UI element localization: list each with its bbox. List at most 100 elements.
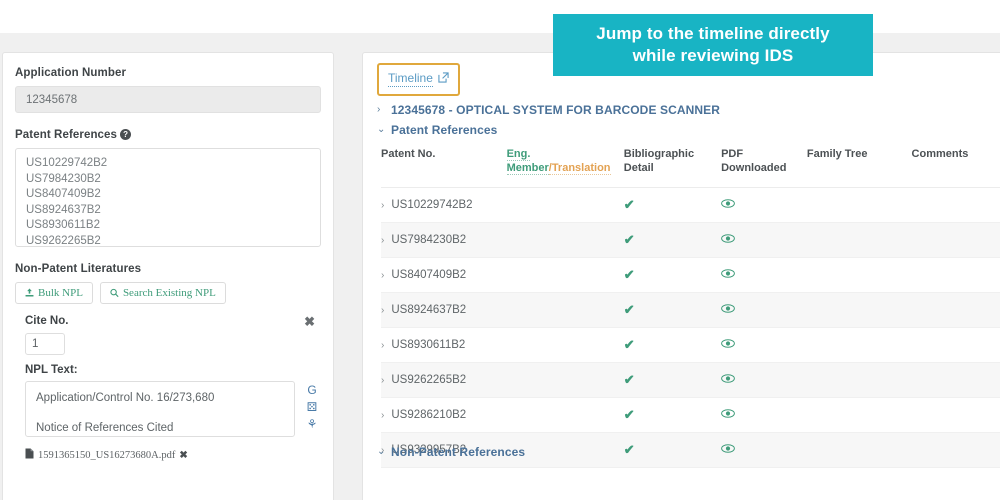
npl-text-row: Application/Control No. 16/273,680 Notic… xyxy=(15,381,321,437)
non-patent-references-section-title: Non-Patent References xyxy=(391,445,526,459)
table-row[interactable]: › US8407409B2 ✔ xyxy=(381,257,1000,293)
eye-icon[interactable] xyxy=(721,374,735,386)
non-patent-references-section-header[interactable]: ⌄ Non-Patent References xyxy=(377,445,525,459)
cell-bibliographic-detail: ✔ xyxy=(623,257,722,293)
check-icon: ✔ xyxy=(623,407,635,422)
file-icon xyxy=(25,446,34,464)
bulk-npl-button[interactable]: Bulk NPL xyxy=(15,282,93,304)
table-row[interactable]: › US8930611B2 ✔ xyxy=(381,327,1000,363)
check-icon: ✔ xyxy=(623,197,635,212)
eye-icon[interactable] xyxy=(721,234,735,246)
check-icon: ✔ xyxy=(623,302,635,317)
npl-text-line-1: Application/Control No. 16/273,680 xyxy=(36,392,215,404)
attachment-row: 1591365150_US16273680A.pdf ✖ xyxy=(25,446,321,464)
chevron-right-icon[interactable]: › xyxy=(381,305,384,316)
application-number-label: Application Number xyxy=(15,67,127,79)
cell-pdf-downloaded xyxy=(721,292,807,328)
cell-family-tree xyxy=(806,397,912,433)
search-icon xyxy=(110,288,119,298)
cell-family-tree xyxy=(806,327,912,363)
chevron-right-icon[interactable]: › xyxy=(381,200,384,211)
check-icon: ✔ xyxy=(623,372,635,387)
patent-references-section-header[interactable]: ⌄ Patent References xyxy=(363,123,1000,137)
remove-attachment-icon[interactable]: ✖ xyxy=(179,450,187,461)
cell-patent-no: US9286210B2 xyxy=(391,409,467,421)
ids-form-panel: Application Number Patent References? US… xyxy=(2,52,334,500)
eye-icon[interactable] xyxy=(721,199,735,211)
cell-bibliographic-detail: ✔ xyxy=(623,362,722,398)
callout-banner: Jump to the timeline directly while revi… xyxy=(553,14,873,76)
column-header-pdf-downloaded: PDF Downloaded xyxy=(721,148,787,174)
npl-text-input[interactable]: Application/Control No. 16/273,680 Notic… xyxy=(25,381,295,437)
eye-icon[interactable] xyxy=(721,444,735,456)
list-item: US10229742B2 xyxy=(26,157,108,169)
cell-patent-no: US10229742B2 xyxy=(391,199,473,211)
eye-icon[interactable] xyxy=(721,339,735,351)
cell-family-tree xyxy=(806,187,912,223)
chevron-right-icon[interactable]: › xyxy=(381,375,384,386)
cell-patent-no: US8924637B2 xyxy=(391,304,467,316)
eye-icon[interactable] xyxy=(721,304,735,316)
google-scholar-icon[interactable]: ⚄ xyxy=(307,401,317,413)
application-header-row[interactable]: › 12345678 - OPTICAL SYSTEM FOR BARCODE … xyxy=(363,103,1000,117)
patent-references-section-title: Patent References xyxy=(391,123,498,137)
eye-icon[interactable] xyxy=(721,409,735,421)
search-existing-npl-button[interactable]: Search Existing NPL xyxy=(99,282,226,304)
chevron-right-icon[interactable]: › xyxy=(381,270,384,281)
cell-comments xyxy=(911,222,1000,258)
chevron-right-icon[interactable]: › xyxy=(381,235,384,246)
chevron-down-icon: ⌄ xyxy=(377,446,386,457)
question-mark-icon[interactable]: ? xyxy=(120,129,132,140)
column-header-patent-no: Patent No. xyxy=(381,148,436,160)
cell-eng-member xyxy=(506,397,624,433)
chevron-right-icon[interactable]: › xyxy=(381,340,384,351)
check-icon: ✔ xyxy=(623,337,635,352)
cell-comments xyxy=(911,362,1000,398)
cell-comments xyxy=(911,187,1000,223)
timeline-button[interactable]: Timeline xyxy=(377,63,460,96)
close-icon[interactable]: ✖ xyxy=(300,315,319,328)
table-row[interactable]: › US9262265B2 ✔ xyxy=(381,362,1000,398)
cell-comments xyxy=(911,432,1000,468)
patent-references-list[interactable]: US10229742B2 US7984230B2 US8407409B2 US8… xyxy=(15,148,321,247)
bulk-npl-label: Bulk NPL xyxy=(38,287,83,299)
npl-side-icons: G ⚄ ⚘ xyxy=(303,381,321,430)
app-root: Application Number Patent References? US… xyxy=(0,0,1000,500)
column-header-comments: Comments xyxy=(911,148,969,160)
cell-family-tree xyxy=(806,292,912,328)
cell-bibliographic-detail: ✔ xyxy=(623,187,722,223)
table-row[interactable]: › US8924637B2 ✔ xyxy=(381,292,1000,328)
cell-patent-no: US8930611B2 xyxy=(391,339,466,351)
upload-icon xyxy=(25,288,34,298)
table-row[interactable]: › US7984230B2 ✔ xyxy=(381,222,1000,258)
callout-line-1: Jump to the timeline directly xyxy=(596,24,830,43)
eye-icon[interactable] xyxy=(721,269,735,281)
google-icon[interactable]: G xyxy=(307,384,316,396)
table-row[interactable]: › US10229742B2 ✔ xyxy=(381,187,1000,223)
cell-eng-member xyxy=(506,187,624,223)
application-header-title: 12345678 - OPTICAL SYSTEM FOR BARCODE SC… xyxy=(391,103,721,117)
callout-line-2: while reviewing IDS xyxy=(632,46,794,65)
cell-eng-member xyxy=(506,222,624,258)
list-item: US8924637B2 xyxy=(26,203,101,216)
external-link-icon xyxy=(438,70,449,88)
chevron-right-icon[interactable]: › xyxy=(381,410,384,421)
cell-eng-member xyxy=(506,327,624,363)
cell-family-tree xyxy=(806,257,912,293)
application-number-input[interactable] xyxy=(15,86,321,113)
patent-references-table-area: Patent No. Eng. Member/Translation Bibli… xyxy=(363,147,1000,468)
cell-bibliographic-detail: ✔ xyxy=(623,222,722,258)
npl-text-line-2: Notice of References Cited xyxy=(36,422,174,434)
column-header-family-tree: Family Tree xyxy=(806,148,868,160)
cite-no-input[interactable] xyxy=(25,333,65,355)
table-row[interactable]: › US9286210B2 ✔ xyxy=(381,397,1000,433)
npl-actions: Bulk NPL Search Existing NPL xyxy=(15,282,321,304)
cell-eng-member xyxy=(506,362,624,398)
research-icon[interactable]: ⚘ xyxy=(307,418,318,430)
cell-pdf-downloaded xyxy=(721,257,807,293)
search-existing-npl-label: Search Existing NPL xyxy=(122,287,216,299)
check-icon: ✔ xyxy=(623,232,635,247)
timeline-button-label: Timeline xyxy=(388,71,433,87)
cell-bibliographic-detail: ✔ xyxy=(623,327,722,363)
column-header-eng-member-translation: Eng. Member/Translation xyxy=(506,147,624,188)
